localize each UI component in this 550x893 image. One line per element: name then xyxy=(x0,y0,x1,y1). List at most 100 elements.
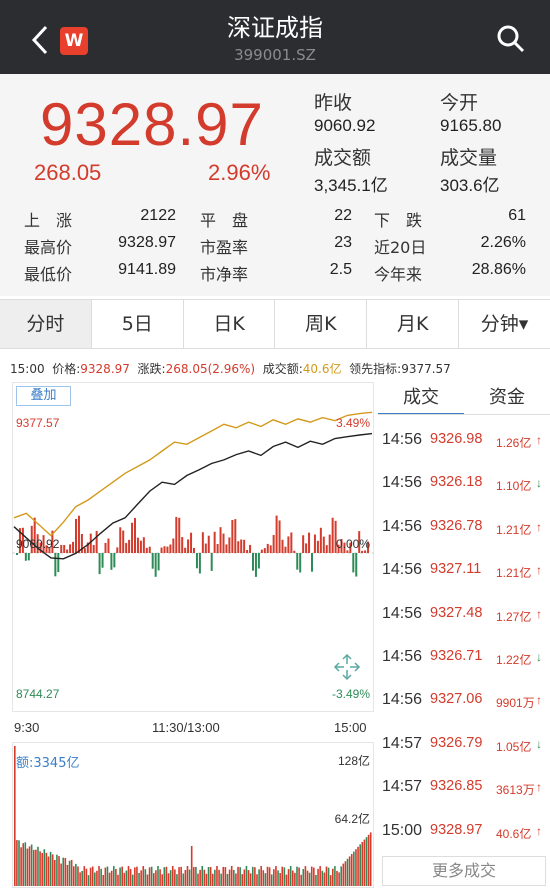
volume-bar xyxy=(369,832,372,886)
trade-time: 14:57 xyxy=(382,734,423,752)
sell-pressure-bar xyxy=(98,553,101,575)
buy-pressure-bar xyxy=(184,547,187,553)
volume-bar xyxy=(298,867,300,886)
volume-bar xyxy=(243,869,246,886)
sell-pressure-bar xyxy=(113,553,116,568)
volume-bar xyxy=(102,874,105,886)
buy-pressure-bar xyxy=(142,537,145,553)
volume-bar xyxy=(365,837,368,886)
volume-bar xyxy=(254,867,256,886)
volume-bar xyxy=(22,843,25,886)
trade-direction-icon: ↑ xyxy=(536,693,542,708)
stat-label: 市盈率 xyxy=(200,238,249,257)
volume-bar xyxy=(277,870,279,886)
trade-time: 14:56 xyxy=(382,517,423,535)
tab-minute[interactable]: 分钟▾ xyxy=(459,300,550,348)
stat-label: 最低价 xyxy=(24,265,73,284)
volume-bar xyxy=(47,856,50,886)
volume-bar xyxy=(18,840,20,886)
pct-axis-top: 3.49% xyxy=(335,416,370,430)
search-icon[interactable] xyxy=(496,24,526,54)
buy-pressure-bar xyxy=(272,535,275,553)
trade-volume: 1.10亿 xyxy=(496,479,532,494)
volume-bar xyxy=(222,866,225,886)
volume-bar xyxy=(315,874,317,886)
tab-trades[interactable]: 成交 xyxy=(378,383,464,415)
tab-funds[interactable]: 资金 xyxy=(464,383,550,415)
trade-volume: 1.21亿 xyxy=(496,522,532,537)
trade-row: 14:56 9326.18 1.10亿 ↓ xyxy=(382,474,550,494)
volume-bar xyxy=(216,866,218,886)
buy-pressure-bar xyxy=(216,543,219,553)
volume-bar xyxy=(230,866,233,886)
buy-pressure-bar xyxy=(269,545,272,553)
volume-bar xyxy=(146,874,149,886)
volume-bar xyxy=(129,869,132,886)
tab-weekly-k[interactable]: 周K xyxy=(275,300,368,348)
expand-arrows-icon[interactable] xyxy=(332,652,362,682)
buy-pressure-bar xyxy=(181,537,184,553)
volume-bar xyxy=(260,866,262,886)
more-trades-button[interactable]: 更多成交 xyxy=(382,856,546,886)
volume-bar xyxy=(131,874,134,886)
buy-pressure-bar xyxy=(166,546,169,553)
trade-direction-icon: ↑ xyxy=(536,519,542,534)
tab-daily-k[interactable]: 日K xyxy=(184,300,276,348)
volume-bar xyxy=(291,870,294,886)
volume-bar xyxy=(51,854,54,886)
stat-label: 市净率 xyxy=(200,265,249,284)
trade-time: 15:00 xyxy=(382,821,423,839)
trade-volume: 1.21亿 xyxy=(496,566,532,581)
trade-row: 14:56 9326.98 1.26亿 ↑ xyxy=(382,431,550,451)
volume-bar xyxy=(104,867,107,886)
volume-bar xyxy=(62,857,65,886)
volume-bar xyxy=(308,872,311,886)
volume-bar xyxy=(94,872,96,886)
volume-bar xyxy=(83,866,86,886)
volume-bar xyxy=(249,873,252,886)
volume-bar xyxy=(117,874,119,886)
tab-monthly-k[interactable]: 月K xyxy=(367,300,460,348)
tab-5day[interactable]: 5日 xyxy=(92,300,184,348)
volume-bar xyxy=(188,869,191,886)
buy-pressure-bar xyxy=(66,549,69,553)
buy-pressure-bar xyxy=(219,527,222,553)
buy-pressure-bar xyxy=(187,539,190,553)
volume-bar xyxy=(304,866,307,886)
volume-bar xyxy=(251,866,254,886)
volume-bar xyxy=(106,866,109,886)
overlay-button[interactable]: 叠加 xyxy=(16,386,71,406)
divider xyxy=(378,414,550,415)
volume-bar xyxy=(91,866,94,886)
volume-bar xyxy=(138,872,140,886)
volume-bar xyxy=(123,872,126,886)
buy-pressure-bar xyxy=(148,546,151,553)
volume-bar xyxy=(66,864,69,886)
volume-bar xyxy=(296,866,298,886)
trade-time: 14:56 xyxy=(382,691,423,709)
volume-bar xyxy=(60,863,62,886)
volume-bar xyxy=(85,868,88,886)
turnover-value: 3,345.1亿 xyxy=(314,176,388,195)
volume-bar xyxy=(207,867,210,886)
buy-pressure-bar xyxy=(234,519,237,553)
volume-bar xyxy=(87,875,90,886)
sell-pressure-bar xyxy=(154,553,157,577)
trade-direction-icon: ↑ xyxy=(536,606,542,621)
volume-bar xyxy=(81,870,83,886)
volume-bar xyxy=(30,844,33,886)
volume-bar xyxy=(190,846,193,886)
volume-bar xyxy=(64,857,67,886)
open-label: 今开 xyxy=(440,92,479,114)
y-axis-bottom: 8744.27 xyxy=(16,687,60,701)
buy-pressure-bar xyxy=(178,517,181,553)
stat-label: 最高价 xyxy=(24,238,73,257)
volume-bar xyxy=(235,873,237,886)
buy-pressure-bar xyxy=(193,547,195,553)
volume-bar xyxy=(77,866,79,886)
volume-bar xyxy=(203,869,206,886)
tab-intraday[interactable]: 分时 xyxy=(0,300,92,348)
volume-bar xyxy=(363,839,366,886)
trade-time: 14:56 xyxy=(382,648,423,665)
buy-pressure-bar xyxy=(207,535,210,553)
